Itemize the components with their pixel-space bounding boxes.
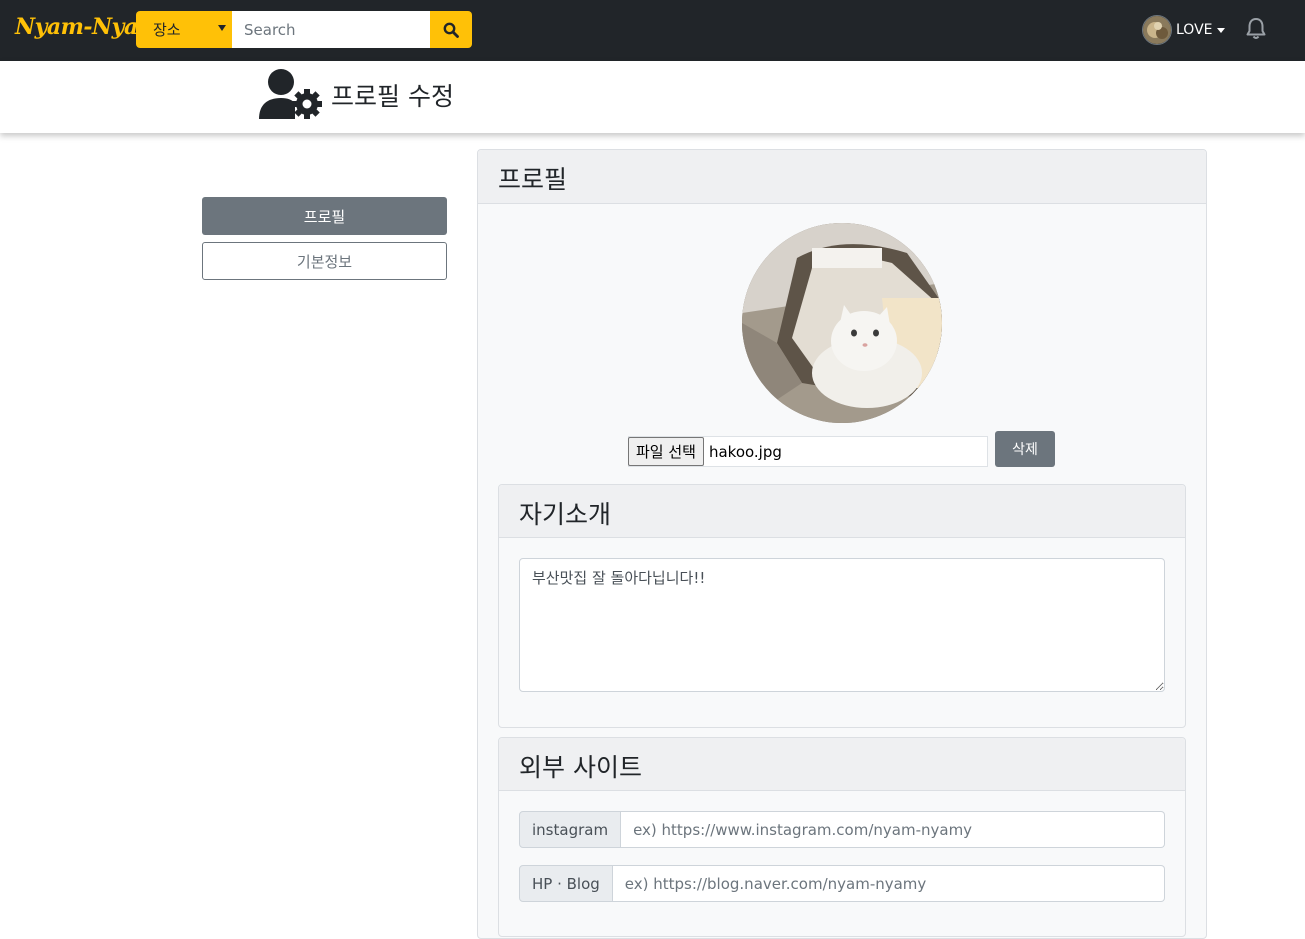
profile-photo [742, 223, 942, 423]
place-select-label: 장소 [153, 21, 181, 39]
search-button[interactable] [430, 11, 472, 48]
sidebar-item-label: 프로필 [303, 207, 346, 226]
bell-icon [1246, 18, 1266, 39]
instagram-label: instagram [519, 811, 622, 848]
blog-label: HP · Blog [519, 865, 613, 902]
file-name: hakoo.jpg [708, 442, 782, 461]
user-menu[interactable]: LOVE [1142, 15, 1225, 45]
search-input[interactable] [232, 11, 430, 48]
page-title: 프로필 수정 [331, 82, 454, 111]
caret-down-icon [218, 25, 226, 31]
sidebar-item-label: 기본정보 [296, 252, 353, 271]
caret-down-icon [1216, 27, 1225, 33]
page-header: 프로필 수정 [0, 61, 1305, 133]
external-sites-card: 외부 사이트 instagram HP · Blog [498, 737, 1186, 937]
user-gear-icon [258, 67, 324, 125]
navbar: Nyam-Nyam 장소 LOVE [0, 0, 1305, 61]
profile-card: 프로필 파일 선택 hakoo.jpg 삭제 자기소개 외부 [477, 149, 1207, 939]
instagram-row: instagram [519, 811, 1165, 848]
file-input: 파일 선택 hakoo.jpg [628, 436, 988, 467]
avatar [1142, 15, 1172, 45]
blog-input[interactable] [612, 865, 1165, 902]
delete-photo-button[interactable]: 삭제 [995, 431, 1055, 467]
external-sites-title: 외부 사이트 [499, 738, 1185, 791]
intro-textarea[interactable] [519, 558, 1165, 692]
search-group: 장소 [136, 11, 472, 48]
user-name: LOVE [1176, 22, 1213, 38]
intro-card: 자기소개 [498, 484, 1186, 728]
intro-card-title: 자기소개 [499, 485, 1185, 538]
sidebar-item-basic-info[interactable]: 기본정보 [202, 242, 447, 280]
instagram-input[interactable] [621, 811, 1165, 848]
place-select[interactable]: 장소 [136, 11, 232, 48]
blog-row: HP · Blog [519, 865, 1165, 902]
profile-card-title: 프로필 [478, 150, 1206, 204]
notification-button[interactable] [1245, 17, 1267, 45]
choose-file-button[interactable]: 파일 선택 [628, 437, 704, 466]
sidebar-item-profile[interactable]: 프로필 [202, 197, 447, 235]
search-icon [443, 22, 459, 38]
